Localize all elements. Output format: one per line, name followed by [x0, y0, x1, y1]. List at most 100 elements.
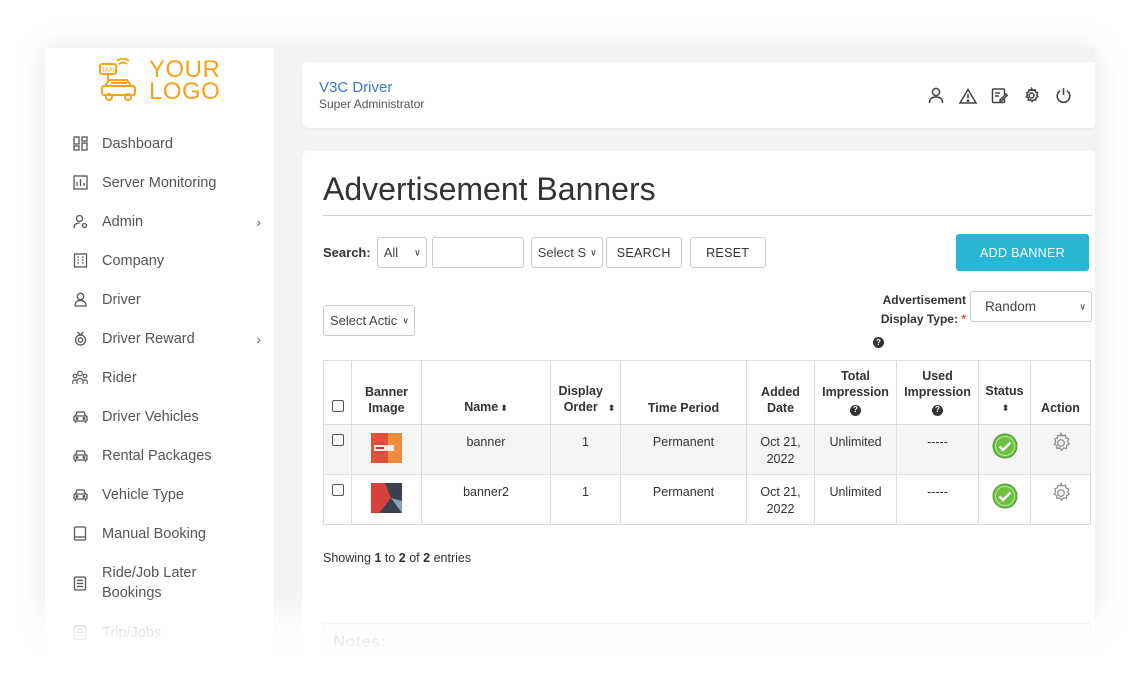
select-all-header	[323, 360, 352, 425]
bulk-action-select[interactable]: Select Actic ∨	[323, 305, 415, 336]
settings-icon[interactable]	[1022, 86, 1041, 105]
help-icon[interactable]: ?	[873, 332, 884, 350]
sidebar-item-rental-packages[interactable]: Rental Packages	[45, 436, 275, 475]
col-time-period: Time Period	[620, 360, 747, 425]
sidebar-item-label: Company	[102, 252, 165, 269]
sidebar-item-driver-reward[interactable]: Driver Reward ›	[45, 319, 275, 358]
status-active-icon[interactable]	[992, 483, 1018, 509]
search-input[interactable]	[431, 237, 524, 268]
sidebar-item-admin[interactable]: Admin ›	[45, 202, 275, 241]
add-banner-button[interactable]: ADD BANNER	[956, 234, 1089, 271]
sidebar-item-trip-jobs[interactable]: Trip/Jobs	[45, 613, 275, 652]
list-icon	[72, 625, 88, 641]
gear-icon[interactable]	[1050, 431, 1072, 454]
sidebar-item-label: Manual Booking	[102, 525, 206, 542]
added-date: Oct 21, 2022	[746, 474, 815, 525]
user-icon[interactable]	[926, 86, 945, 105]
gear-icon[interactable]	[1050, 481, 1072, 504]
sidebar-item-dashboard[interactable]: Dashboard	[45, 124, 275, 163]
row-checkbox[interactable]	[331, 434, 344, 446]
sidebar-item-driver[interactable]: Driver	[45, 280, 275, 319]
reset-button[interactable]: RESET	[689, 237, 766, 268]
book-icon	[72, 526, 88, 542]
row-checkbox-cell	[323, 424, 352, 475]
display-type-value: Random	[985, 299, 1037, 314]
added-date-text: Oct 21, 2022	[760, 485, 801, 516]
showing-to: 2	[398, 551, 406, 565]
time-period: Permanent	[620, 474, 747, 525]
sidebar-item-vehicle-type[interactable]: Vehicle Type	[45, 475, 275, 514]
banner-thumbnail[interactable]	[371, 483, 402, 513]
power-icon[interactable]	[1054, 86, 1073, 105]
col-label: Total Impression	[822, 369, 889, 399]
col-label: Status	[985, 384, 1024, 398]
sidebar-item-label: Admin	[102, 213, 144, 230]
col-status[interactable]: Status ⬍	[978, 360, 1031, 425]
car-icon	[72, 409, 88, 425]
select-all-checkbox[interactable]	[331, 400, 344, 412]
title-divider	[323, 215, 1092, 216]
search-bar: Search: All ∨ Select S ∨ SEARCH RESET	[323, 237, 766, 268]
chevron-right-icon: ›	[256, 213, 261, 230]
sidebar-item-label: Driver	[102, 291, 141, 308]
search-label: Search:	[323, 245, 371, 260]
status-cell	[978, 424, 1031, 475]
status-active-icon[interactable]	[992, 433, 1018, 459]
chart-icon	[72, 175, 88, 191]
building-icon	[72, 253, 88, 269]
bulk-action-value: Select Actic	[330, 313, 398, 328]
banner-image-cell	[351, 424, 422, 475]
time-period: Permanent	[620, 424, 747, 475]
app-frame: TAXI YOUR LOGO Dashboard Server Monitori…	[45, 48, 1095, 684]
chevron-down-icon: ∨	[590, 247, 597, 257]
row-checkbox[interactable]	[331, 484, 344, 496]
showing-from: 1	[374, 551, 382, 565]
warning-icon[interactable]	[958, 86, 977, 105]
search-filter-value: All	[383, 245, 399, 260]
header-actions	[926, 86, 1073, 105]
col-name[interactable]: Name ⬍	[421, 360, 551, 425]
dashboard-icon	[72, 136, 88, 152]
chevron-down-icon: ∨	[1079, 301, 1086, 311]
edit-icon[interactable]	[990, 86, 1009, 105]
sidebar-item-company[interactable]: Company	[45, 241, 275, 280]
top-header: V3C Driver Super Administrator	[302, 62, 1095, 128]
banner-name: banner2	[421, 474, 551, 525]
col-banner-image: Banner Image	[351, 360, 422, 425]
status-select-value: Select S	[537, 245, 587, 260]
status-select[interactable]: Select S ∨	[530, 237, 603, 268]
sort-icon: ⬍	[1001, 403, 1010, 413]
sidebar-item-label: Trip/Jobs	[102, 624, 162, 641]
banner-name: banner	[421, 424, 551, 475]
col-display-order[interactable]: Display Order ⬍	[550, 360, 621, 425]
row-checkbox-cell	[323, 474, 352, 525]
logo-text: YOUR LOGO	[149, 58, 221, 105]
logo: TAXI YOUR LOGO	[97, 58, 220, 104]
search-filter-select[interactable]: All ∨	[376, 237, 427, 268]
action-cell	[1030, 474, 1091, 525]
table-row: banner 1 Permanent Oct 21, 2022 Unlimite…	[323, 424, 1091, 475]
sidebar-item-server-monitoring[interactable]: Server Monitoring	[45, 163, 275, 202]
sort-icon: ⬍	[500, 403, 508, 413]
used-impression: -----	[896, 474, 979, 525]
col-label: Added Date	[761, 385, 800, 415]
display-order: 1	[550, 424, 621, 475]
chevron-down-icon: ∨	[414, 247, 421, 257]
sidebar-item-label: Driver Reward	[102, 330, 195, 347]
help-icon[interactable]: ?	[850, 404, 861, 416]
banner-thumbnail[interactable]	[371, 433, 402, 463]
sidebar-item-label: Vehicle Type	[102, 486, 184, 503]
sidebar-nav: Dashboard Server Monitoring Admin › Comp…	[45, 124, 275, 652]
logo-line-2: LOGO	[149, 78, 221, 105]
banner-image-cell	[351, 474, 422, 525]
sidebar-item-driver-vehicles[interactable]: Driver Vehicles	[45, 397, 275, 436]
help-icon[interactable]: ?	[932, 404, 943, 416]
total-impression: Unlimited	[814, 474, 897, 525]
display-type-select[interactable]: Random ∨	[970, 291, 1092, 322]
showing-total: 2	[423, 551, 431, 565]
sidebar-item-ride-later-bookings[interactable]: Ride/Job Later Bookings	[45, 553, 275, 613]
display-type-label-text: Advertisement Display Type:	[880, 293, 966, 326]
sidebar-item-rider[interactable]: Rider	[45, 358, 275, 397]
sidebar-item-manual-booking[interactable]: Manual Booking	[45, 514, 275, 553]
search-button[interactable]: SEARCH	[605, 237, 682, 268]
